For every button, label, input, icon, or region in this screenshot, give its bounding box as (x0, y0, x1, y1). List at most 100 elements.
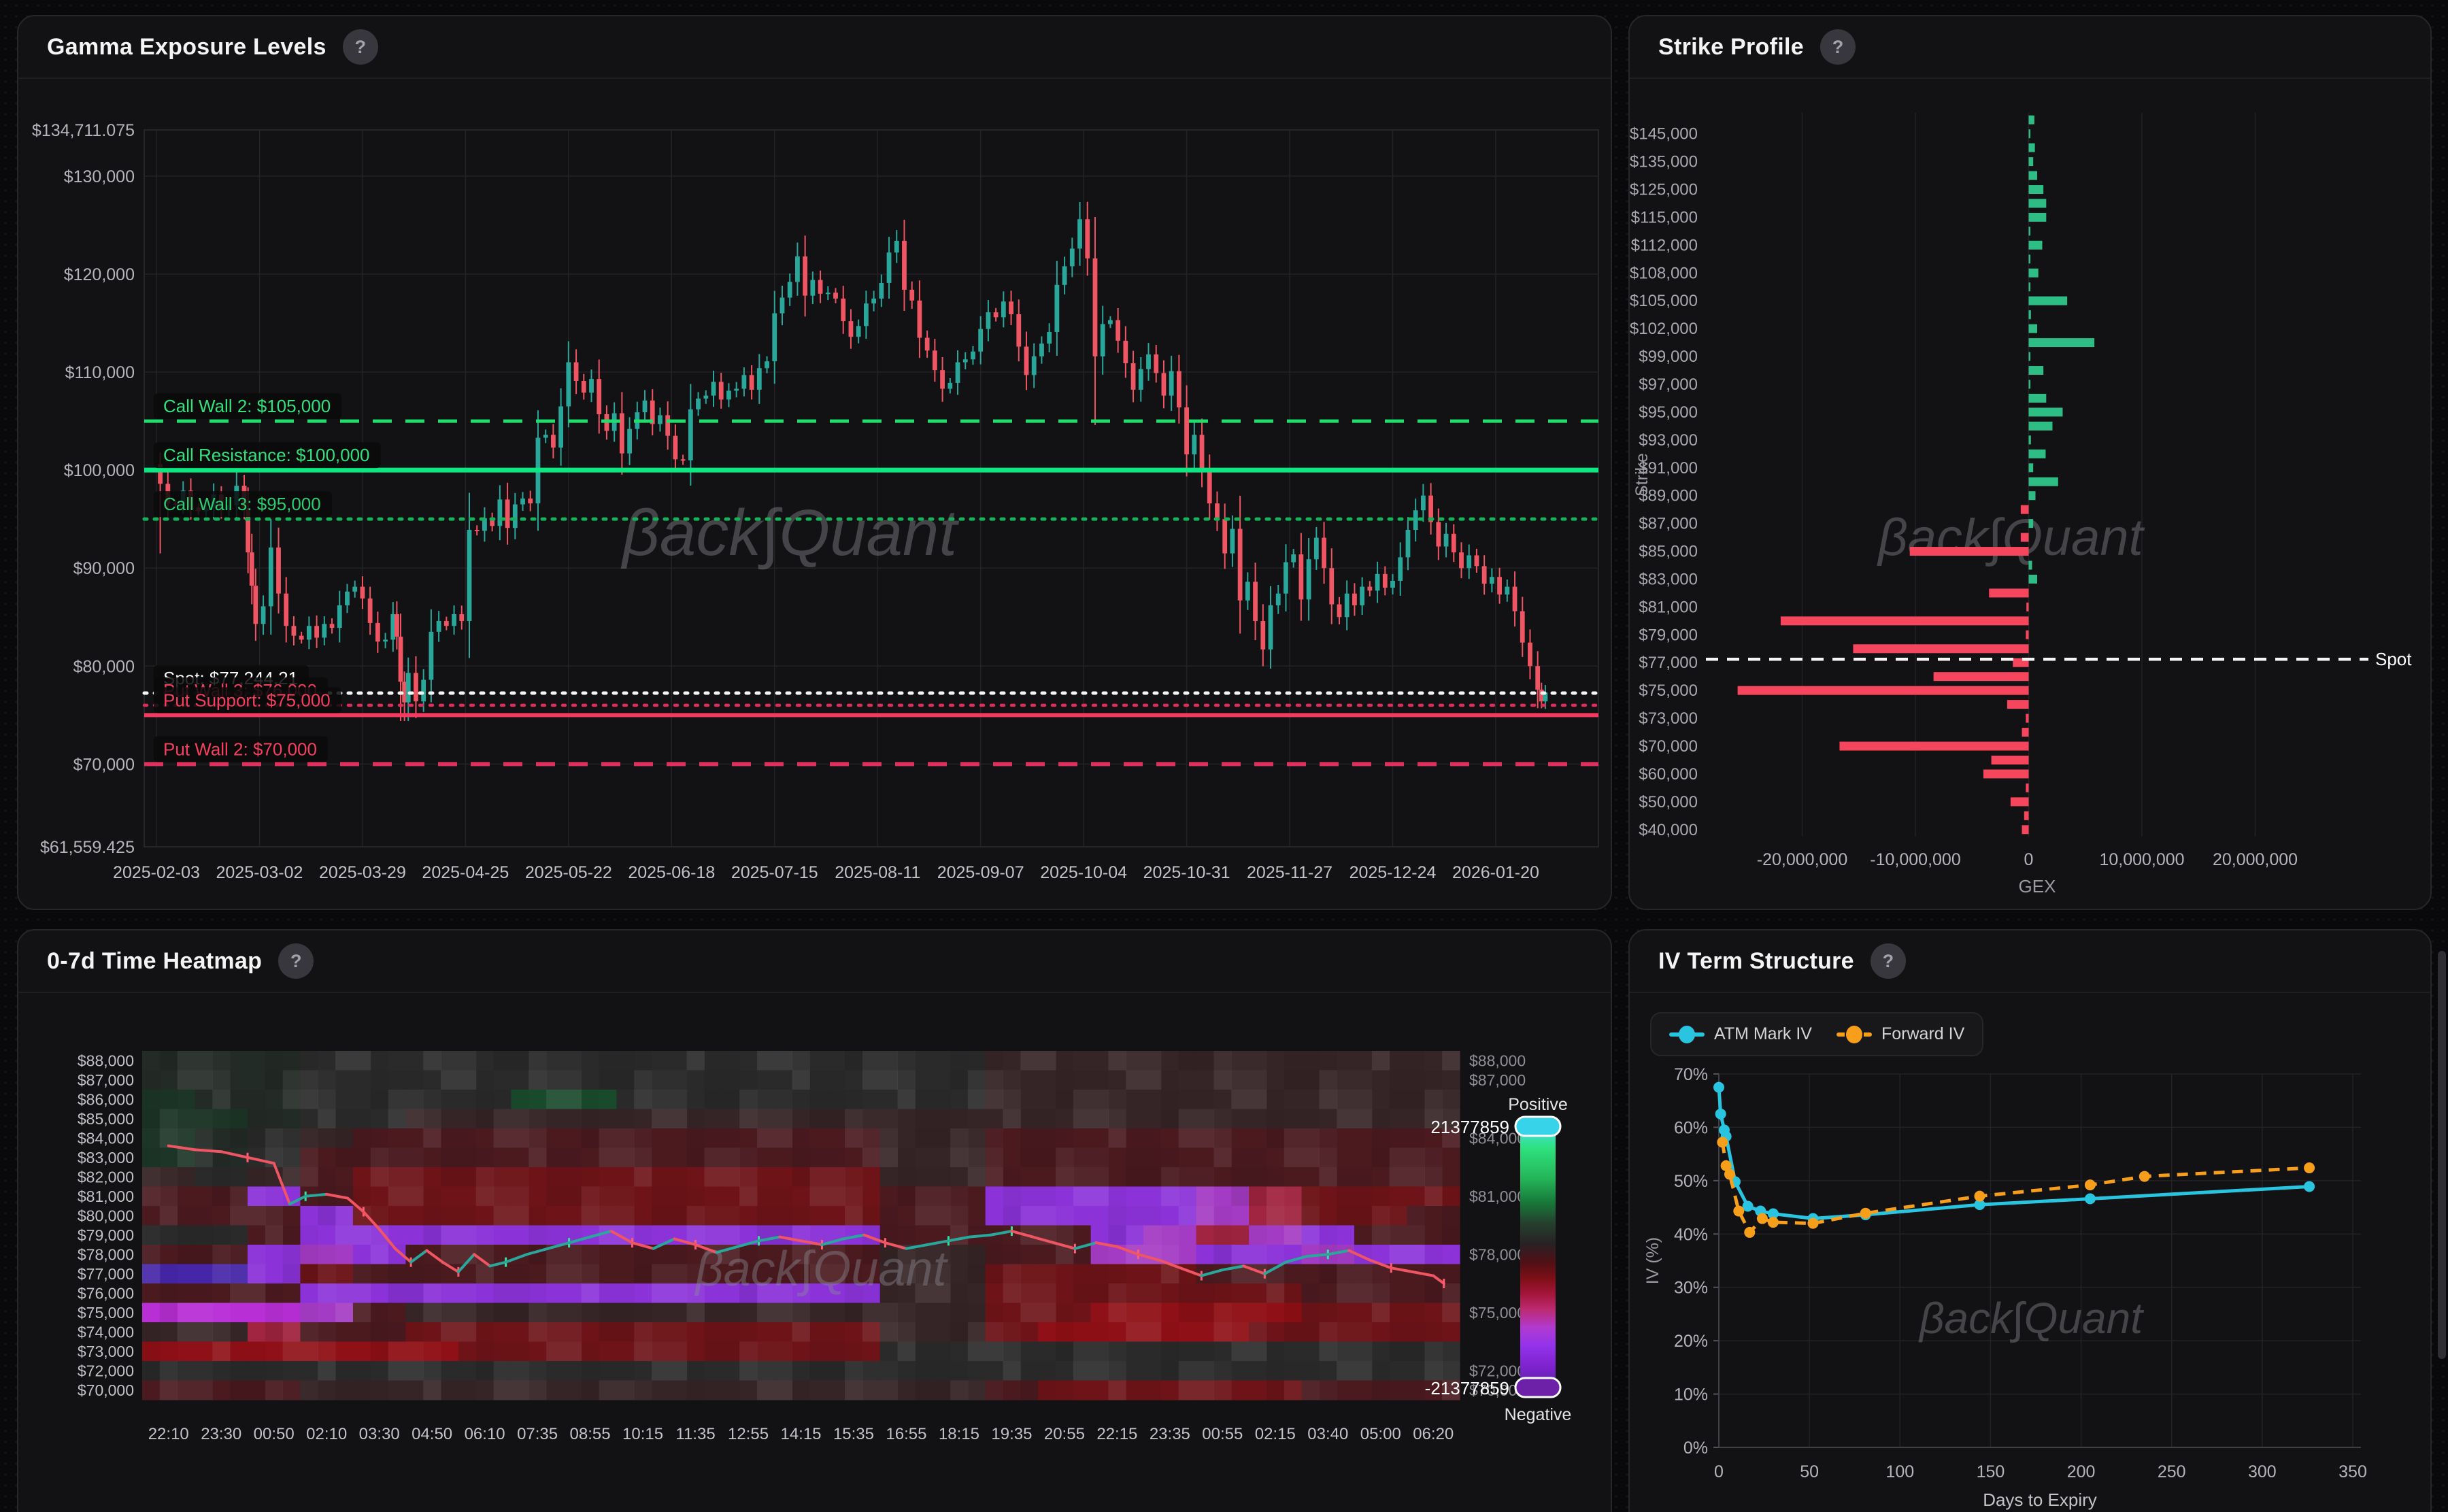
svg-text:$70,000: $70,000 (78, 1381, 134, 1399)
svg-text:$135,000: $135,000 (1630, 153, 1698, 171)
svg-text:βack∫Quant: βack∫Quant (1877, 509, 2145, 567)
svg-text:IV (%): IV (%) (1643, 1237, 1662, 1284)
svg-text:$74,000: $74,000 (78, 1323, 134, 1341)
svg-text:2025-11-27: 2025-11-27 (1247, 863, 1332, 882)
svg-text:$70,000: $70,000 (1639, 737, 1698, 756)
svg-text:250: 250 (2158, 1462, 2186, 1481)
svg-text:Put Support: $75,000: Put Support: $75,000 (163, 690, 331, 710)
svg-text:$102,000: $102,000 (1630, 320, 1698, 338)
svg-text:$77,000: $77,000 (78, 1265, 134, 1283)
svg-text:$83,000: $83,000 (1639, 570, 1698, 588)
svg-text:$105,000: $105,000 (1630, 292, 1698, 310)
svg-text:20,000,000: 20,000,000 (2213, 850, 2298, 869)
iv-chart[interactable]: 0%10%20%30%40%50%60%70%05010015020025030… (1630, 993, 2430, 1512)
svg-text:70%: 70% (1674, 1065, 1708, 1084)
svg-text:Positive: Positive (1508, 1095, 1568, 1114)
svg-text:18:15: 18:15 (939, 1425, 979, 1443)
svg-text:50%: 50% (1674, 1172, 1708, 1191)
svg-text:$145,000: $145,000 (1630, 125, 1698, 144)
heatmap-chart[interactable]: $88,000$87,000$86,000$85,000$84,000$83,0… (18, 993, 1611, 1512)
svg-text:300: 300 (2248, 1462, 2277, 1481)
svg-text:Days to Expiry: Days to Expiry (1983, 1490, 2097, 1510)
svg-text:$85,000: $85,000 (78, 1110, 134, 1128)
svg-text:04:50: 04:50 (412, 1425, 452, 1443)
svg-text:βack∫Quant: βack∫Quant (620, 497, 959, 570)
svg-text:2025-03-29: 2025-03-29 (319, 863, 406, 882)
svg-text:$78,000: $78,000 (78, 1245, 134, 1263)
svg-text:$75,000: $75,000 (1639, 682, 1698, 700)
help-icon[interactable]: ? (343, 29, 378, 65)
iv-legend: ATM Mark IV Forward IV (1650, 1012, 1983, 1056)
svg-text:00:50: 00:50 (254, 1425, 295, 1443)
help-icon[interactable]: ? (1871, 943, 1906, 979)
svg-text:2025-06-18: 2025-06-18 (628, 863, 715, 882)
svg-text:$87,000: $87,000 (1639, 515, 1698, 533)
svg-text:$72,000: $72,000 (1469, 1362, 1526, 1379)
svg-text:$120,000: $120,000 (64, 265, 135, 284)
svg-text:100: 100 (1885, 1462, 1914, 1481)
svg-text:$70,000: $70,000 (73, 755, 135, 774)
svg-text:10%: 10% (1674, 1385, 1708, 1405)
svg-text:22:15: 22:15 (1096, 1425, 1137, 1443)
atm-line-marker-icon (1669, 1026, 1705, 1043)
svg-text:$130,000: $130,000 (64, 167, 135, 186)
svg-text:$134,711.075: $134,711.075 (32, 121, 135, 140)
svg-text:03:40: 03:40 (1307, 1425, 1348, 1443)
strike-chart[interactable]: -20,000,000-10,000,000010,000,00020,000,… (1630, 79, 2430, 909)
svg-text:$73,000: $73,000 (1639, 709, 1698, 728)
svg-text:14:15: 14:15 (780, 1425, 821, 1443)
svg-text:$76,000: $76,000 (78, 1284, 134, 1302)
svg-text:2025-03-02: 2025-03-02 (216, 863, 303, 882)
svg-text:22:10: 22:10 (148, 1425, 189, 1443)
svg-text:30%: 30% (1674, 1279, 1708, 1298)
svg-text:$86,000: $86,000 (78, 1090, 134, 1108)
svg-text:$81,000: $81,000 (1469, 1188, 1526, 1205)
svg-text:-20,000,000: -20,000,000 (1757, 850, 1847, 869)
svg-text:$80,000: $80,000 (73, 657, 135, 676)
iv-panel-header: IV Term Structure ? (1630, 930, 2430, 993)
svg-text:$50,000: $50,000 (1639, 793, 1698, 811)
help-icon[interactable]: ? (1820, 29, 1856, 65)
svg-text:βack∫Quant: βack∫Quant (1918, 1294, 2144, 1343)
svg-text:$72,000: $72,000 (78, 1362, 134, 1379)
svg-text:20%: 20% (1674, 1332, 1708, 1351)
svg-text:$75,000: $75,000 (78, 1304, 134, 1322)
legend-item-atm-mark-iv[interactable]: ATM Mark IV (1669, 1024, 1812, 1044)
svg-text:-10,000,000: -10,000,000 (1870, 850, 1960, 869)
svg-text:$61,559.425: $61,559.425 (40, 838, 135, 857)
gamma-chart[interactable]: $130,000$120,000$110,000$100,000$90,000$… (18, 79, 1611, 909)
svg-text:05:00: 05:00 (1360, 1425, 1401, 1443)
svg-text:$82,000: $82,000 (78, 1168, 134, 1186)
strike-panel-title: Strike Profile (1658, 34, 1804, 61)
svg-text:2025-08-11: 2025-08-11 (835, 863, 920, 882)
svg-text:$88,000: $88,000 (1469, 1052, 1526, 1069)
svg-text:$97,000: $97,000 (1639, 375, 1698, 394)
scrollbar-thumb[interactable] (2438, 951, 2446, 1359)
svg-text:$75,000: $75,000 (1469, 1304, 1526, 1322)
gamma-exposure-panel: Gamma Exposure Levels ? $130,000 $120,000… (17, 15, 1612, 910)
help-icon[interactable]: ? (278, 943, 314, 979)
legend-item-forward-iv[interactable]: Forward IV (1837, 1024, 1964, 1044)
svg-text:15:35: 15:35 (833, 1425, 874, 1443)
svg-text:50: 50 (1800, 1462, 1819, 1481)
svg-text:2025-07-15: 2025-07-15 (731, 863, 818, 882)
svg-text:$81,000: $81,000 (1639, 598, 1698, 616)
svg-text:Put Wall 2: $70,000: Put Wall 2: $70,000 (163, 739, 317, 759)
svg-text:Call Wall 3: $95,000: Call Wall 3: $95,000 (163, 494, 321, 514)
svg-text:$83,000: $83,000 (78, 1149, 134, 1166)
iv-term-structure-panel: IV Term Structure ? ATM Mark IV Forward … (1628, 929, 2432, 1512)
svg-text:$87,000: $87,000 (1469, 1071, 1526, 1089)
svg-text:2025-10-04: 2025-10-04 (1040, 863, 1127, 882)
svg-text:2025-02-03: 2025-02-03 (113, 863, 200, 882)
svg-text:06:20: 06:20 (1413, 1425, 1454, 1443)
svg-text:$93,000: $93,000 (1639, 431, 1698, 450)
svg-text:Negative: Negative (1505, 1405, 1572, 1424)
svg-text:$100,000: $100,000 (64, 461, 135, 480)
gamma-panel-title: Gamma Exposure Levels (47, 34, 326, 61)
svg-text:20:55: 20:55 (1044, 1425, 1085, 1443)
svg-text:60%: 60% (1674, 1118, 1708, 1137)
svg-text:07:35: 07:35 (517, 1425, 558, 1443)
svg-text:150: 150 (1977, 1462, 2005, 1481)
page-scrollbar (2438, 0, 2446, 1512)
svg-text:$40,000: $40,000 (1639, 821, 1698, 839)
